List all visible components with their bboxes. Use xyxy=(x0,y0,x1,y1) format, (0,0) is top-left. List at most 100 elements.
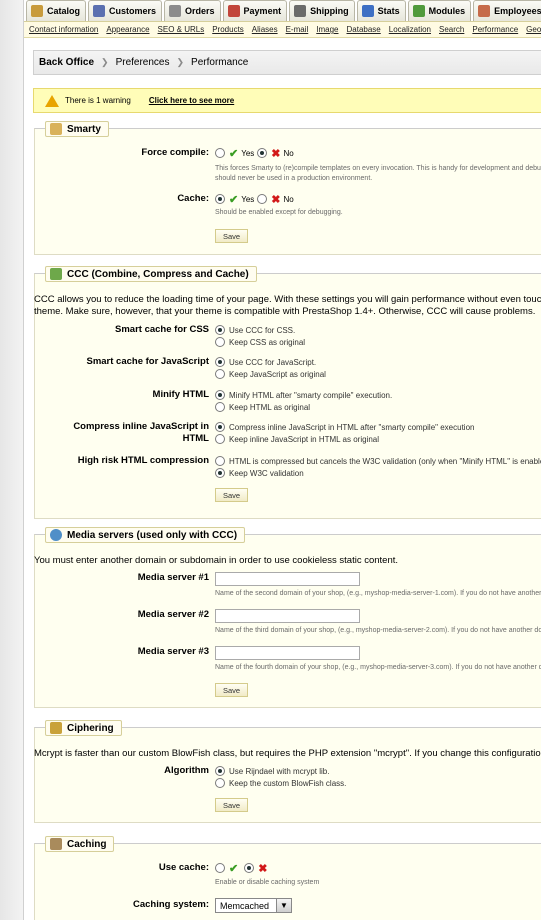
breadcrumb-root[interactable]: Back Office xyxy=(39,57,94,68)
orders-icon xyxy=(169,5,182,17)
subnav-link[interactable]: Search xyxy=(439,25,464,34)
tab-label: Customers xyxy=(109,6,157,16)
breadcrumb: Back Office ❯ Preferences ❯ Performance xyxy=(33,50,541,75)
employees-icon xyxy=(478,5,491,17)
subnav-link[interactable]: Localization xyxy=(389,25,431,34)
subnav-link[interactable]: Database xyxy=(347,25,381,34)
warning-link[interactable]: Click here to see more xyxy=(149,96,234,105)
caching-system-label: Caching system: xyxy=(132,899,209,910)
use-cache-label: Use cache: xyxy=(158,862,209,873)
smarty-fieldset: Smarty Force compile: ✔ Yes ✖ No This fo… xyxy=(34,121,541,255)
chevron-right-icon: ❯ xyxy=(101,57,109,67)
ccc-desc-1: CCC allows you to reduce the loading tim… xyxy=(34,294,541,305)
customers-icon xyxy=(93,5,106,17)
media-server-3-label: Media server #3 xyxy=(137,646,209,657)
smarty-save-button[interactable]: Save xyxy=(215,229,249,243)
smart-js-keep-radio[interactable] xyxy=(215,369,225,379)
tab-customers[interactable]: Customers xyxy=(88,0,163,21)
high-risk-label: High risk HTML compression xyxy=(77,455,209,466)
media-server-1-label: Media server #1 xyxy=(137,572,209,583)
tab-label: Payment xyxy=(243,6,282,16)
media-fieldset: Media servers (used only with CCC) You m… xyxy=(34,527,541,708)
minify-html-radio[interactable] xyxy=(215,390,225,400)
catalog-icon xyxy=(31,5,43,17)
smart-css-use-radio[interactable] xyxy=(215,325,225,335)
tab-label: Stats xyxy=(377,6,400,16)
caching-legend: Caching xyxy=(45,836,115,852)
media-save-button[interactable]: Save xyxy=(215,683,249,697)
media-server-3-input[interactable] xyxy=(215,646,360,660)
smart-js-use-radio[interactable] xyxy=(215,357,225,367)
media-server-2-input[interactable] xyxy=(215,609,360,623)
ccc-fieldset: CCC (Combine, Compress and Cache) CCC al… xyxy=(34,266,541,519)
inline-js-label: Compress inline JavaScript in HTML xyxy=(73,421,209,444)
rijndael-radio[interactable] xyxy=(215,766,225,776)
compress-icon xyxy=(50,268,62,280)
subnav: Contact information Appearance SEO & URLs P… xyxy=(24,21,541,38)
tab-label: Employees xyxy=(494,6,541,16)
globe-icon xyxy=(50,529,62,541)
ccc-save-button[interactable]: Save xyxy=(215,488,249,502)
force-compile-no-radio[interactable] xyxy=(257,148,268,158)
ciphering-desc: Mcrypt is faster than our custom BlowFis… xyxy=(34,748,541,759)
smarty-legend: Smarty xyxy=(45,121,109,137)
use-cache-yes-radio[interactable] xyxy=(215,863,225,873)
tab-orders[interactable]: Orders xyxy=(164,0,221,21)
force-compile-yes-radio[interactable] xyxy=(215,148,225,158)
tab-label: Catalog xyxy=(47,6,81,16)
compress-inline-js-radio[interactable] xyxy=(215,422,225,432)
check-icon: ✔ xyxy=(229,193,239,206)
tab-employees[interactable]: Employees xyxy=(473,0,541,21)
subnav-link[interactable]: Geolocation xyxy=(526,25,541,34)
breadcrumb-current: Performance xyxy=(191,57,249,68)
subnav-link[interactable]: Products xyxy=(212,25,244,34)
ciphering-save-button[interactable]: Save xyxy=(215,798,249,812)
ciphering-fieldset: Ciphering Mcrypt is faster than our cust… xyxy=(34,720,541,823)
use-cache-no-radio[interactable] xyxy=(244,863,255,873)
check-icon: ✔ xyxy=(229,862,239,875)
media-legend: Media servers (used only with CCC) xyxy=(45,527,246,543)
media-desc: You must enter another domain or subdoma… xyxy=(34,555,399,566)
subnav-link[interactable]: Performance xyxy=(472,25,518,34)
media-server-2-label: Media server #2 xyxy=(137,609,209,620)
cross-icon: ✖ xyxy=(271,193,281,206)
smart-css-keep-radio[interactable] xyxy=(215,337,225,347)
tab-catalog[interactable]: Catalog xyxy=(26,0,87,21)
cache-no-radio[interactable] xyxy=(257,194,268,204)
wrench-icon xyxy=(50,123,62,135)
subnav-link[interactable]: E-mail xyxy=(286,25,309,34)
subnav-link[interactable]: Image xyxy=(316,25,338,34)
html-compress-radio[interactable] xyxy=(215,456,225,466)
tab-payment[interactable]: Payment xyxy=(222,0,288,21)
media-server-1-input[interactable] xyxy=(215,572,360,586)
tab-stats[interactable]: Stats xyxy=(356,0,406,21)
blowfish-radio[interactable] xyxy=(215,778,225,788)
cross-icon: ✖ xyxy=(271,147,281,160)
media-server-1-help: Name of the second domain of your shop, … xyxy=(215,590,541,597)
caching-fieldset: Caching Use cache: ✔ ✖ Enable or disable… xyxy=(34,836,541,920)
tab-shipping[interactable]: Shipping xyxy=(289,0,355,21)
warning-text: There is 1 warning xyxy=(65,96,131,105)
breadcrumb-parent[interactable]: Preferences xyxy=(116,57,170,68)
caching-icon xyxy=(50,838,62,850)
subnav-link[interactable]: Aliases xyxy=(252,25,278,34)
keep-inline-js-radio[interactable] xyxy=(215,434,225,444)
left-gutter xyxy=(0,0,24,920)
cache-yes-radio[interactable] xyxy=(215,194,225,204)
tab-label: Modules xyxy=(428,6,466,16)
keep-html-radio[interactable] xyxy=(215,402,225,412)
cache-help: Should be enabled except for debugging. xyxy=(215,209,343,216)
chevron-down-icon: ▼ xyxy=(276,899,291,912)
keep-w3c-radio[interactable] xyxy=(215,468,225,478)
subnav-link[interactable]: Appearance xyxy=(106,25,149,34)
payment-icon xyxy=(227,5,240,17)
ccc-desc-2: theme. Make sure, however, that your the… xyxy=(34,306,536,317)
warning-banner: There is 1 warning Click here to see mor… xyxy=(33,88,541,113)
tab-label: Shipping xyxy=(310,6,349,16)
media-server-3-help: Name of the fourth domain of your shop, … xyxy=(215,664,541,671)
caching-system-select[interactable]: Memcached ▼ xyxy=(215,898,292,913)
smart-js-label: Smart cache for JavaScript xyxy=(86,356,209,367)
subnav-link[interactable]: SEO & URLs xyxy=(158,25,205,34)
subnav-link[interactable]: Contact information xyxy=(29,25,98,34)
tab-modules[interactable]: Modules xyxy=(407,0,472,21)
